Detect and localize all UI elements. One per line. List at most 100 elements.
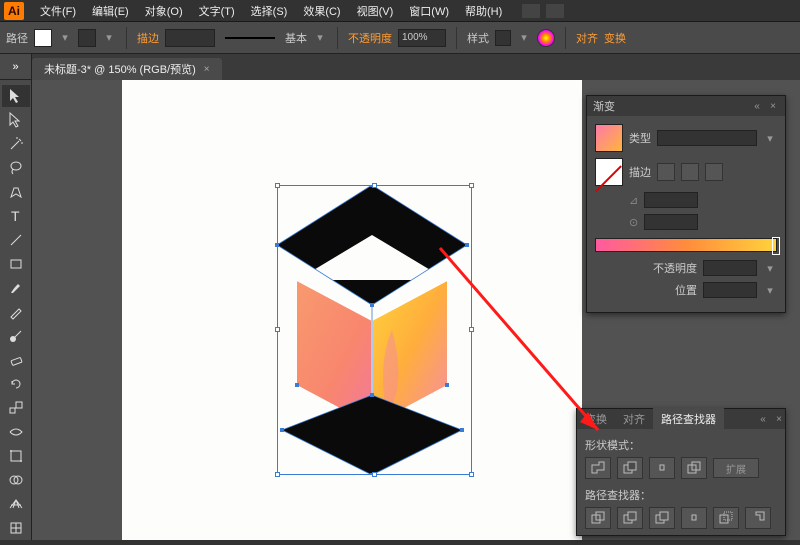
trim-button[interactable] [617, 507, 643, 529]
style-dropdown-icon[interactable]: ▾ [517, 31, 531, 45]
type-tool[interactable]: T [2, 205, 30, 227]
graphic-style-swatch[interactable] [495, 30, 511, 46]
divide-button[interactable] [585, 507, 611, 529]
stroke-apply-mode-2[interactable] [681, 163, 699, 181]
stroke-apply-mode-1[interactable] [657, 163, 675, 181]
divider [337, 27, 338, 49]
menu-window[interactable]: 窗口(W) [401, 1, 457, 21]
lasso-tool[interactable] [2, 157, 30, 179]
menu-select[interactable]: 选择(S) [243, 1, 296, 21]
scale-tool[interactable] [2, 397, 30, 419]
panel-close-icon[interactable]: × [767, 100, 779, 112]
rotate-tool[interactable] [2, 373, 30, 395]
tab-align[interactable]: 对齐 [615, 408, 653, 430]
stroke-apply-mode-3[interactable] [705, 163, 723, 181]
menu-quick-icons [522, 4, 564, 18]
menu-edit[interactable]: 编辑(E) [84, 1, 137, 21]
menu-type[interactable]: 文字(T) [191, 1, 243, 21]
document-tab[interactable]: 未标题-3* @ 150% (RGB/预览) × [32, 58, 222, 80]
artboard[interactable] [122, 80, 582, 540]
chevron-down-icon[interactable]: ▾ [763, 131, 777, 145]
artwork-cube[interactable] [257, 185, 487, 475]
selection-type-label: 路径 [6, 30, 28, 46]
line-tool[interactable] [2, 229, 30, 251]
pen-tool[interactable] [2, 181, 30, 203]
svg-text:T: T [11, 208, 20, 224]
menu-file[interactable]: 文件(F) [32, 1, 84, 21]
stroke-weight-input[interactable] [165, 29, 215, 47]
tab-pathfinder[interactable]: 路径查找器 [653, 408, 724, 430]
blob-brush-tool[interactable] [2, 325, 30, 347]
merge-button[interactable] [649, 507, 675, 529]
selection-tool[interactable] [2, 85, 30, 107]
gradient-preview-swatch[interactable] [595, 124, 623, 152]
panel-header[interactable]: 变换 对齐 路径查找器 « × [577, 409, 785, 429]
direct-selection-tool[interactable] [2, 109, 30, 131]
menu-effect[interactable]: 效果(C) [295, 1, 348, 21]
minus-front-button[interactable] [617, 457, 643, 479]
panel-header[interactable]: 渐变 « × [587, 96, 785, 116]
menu-object[interactable]: 对象(O) [137, 1, 191, 21]
width-tool[interactable] [2, 421, 30, 443]
stroke-swatch[interactable] [78, 29, 96, 47]
panel-close-icon[interactable]: × [773, 413, 785, 425]
gradient-opacity-label: 不透明度 [653, 260, 697, 276]
stroke-style-preview[interactable] [225, 37, 275, 39]
exclude-button[interactable] [681, 457, 707, 479]
pencil-tool[interactable] [2, 301, 30, 323]
recolor-btn[interactable] [537, 29, 555, 47]
mesh-tool[interactable] [2, 517, 30, 539]
stroke-profile-dropdown-icon[interactable]: ▾ [313, 31, 327, 45]
gradient-panel-body: 类型 ▾ 描边 ⊿ ⊙ 不透明度 ▾ [587, 116, 785, 312]
unite-button[interactable] [585, 457, 611, 479]
shape-builder-tool[interactable] [2, 469, 30, 491]
align-label[interactable]: 对齐 [576, 30, 598, 46]
gradient-stop-opacity-input[interactable] [703, 260, 757, 276]
document-tab-bar: 未标题-3* @ 150% (RGB/预览) × [0, 54, 800, 80]
intersect-button[interactable] [649, 457, 675, 479]
perspective-grid-tool[interactable] [2, 493, 30, 515]
gradient-none-swatch[interactable] [595, 158, 623, 186]
shape-modes-label: 形状模式： [585, 437, 777, 453]
transform-label[interactable]: 变换 [604, 30, 626, 46]
paintbrush-tool[interactable] [2, 277, 30, 299]
gradient-stroke-label: 描边 [629, 164, 651, 180]
gradient-type-label: 类型 [629, 130, 651, 146]
stroke-dropdown-icon[interactable]: ▾ [102, 31, 116, 45]
style-label: 样式 [467, 30, 489, 46]
gradient-panel[interactable]: 渐变 « × 类型 ▾ 描边 ⊿ ⊙ [586, 95, 786, 313]
ruler-origin[interactable]: » [0, 54, 32, 80]
close-icon[interactable]: × [204, 64, 210, 75]
fill-swatch[interactable] [34, 29, 52, 47]
stroke-label[interactable]: 描边 [137, 30, 159, 46]
outline-button[interactable] [713, 507, 739, 529]
gradient-type-select[interactable] [657, 130, 757, 146]
fill-dropdown-icon[interactable]: ▾ [58, 31, 72, 45]
layout-icon[interactable] [522, 4, 540, 18]
opacity-label[interactable]: 不透明度 [348, 30, 392, 46]
free-transform-tool[interactable] [2, 445, 30, 467]
gradient-slider[interactable] [595, 238, 777, 252]
rectangle-tool[interactable] [2, 253, 30, 275]
expand-button[interactable]: 扩展 [713, 458, 759, 478]
panel-collapse-icon[interactable]: « [751, 100, 763, 112]
app-logo: Ai [4, 2, 24, 20]
menu-help[interactable]: 帮助(H) [457, 1, 510, 21]
eraser-tool[interactable] [2, 349, 30, 371]
magic-wand-tool[interactable] [2, 133, 30, 155]
panel-collapse-icon[interactable]: « [757, 413, 769, 425]
tab-transform[interactable]: 变换 [577, 408, 615, 430]
toolbox: T [0, 80, 32, 540]
pathfinder-panel[interactable]: 变换 对齐 路径查找器 « × 形状模式： 扩展 路径查找器： [576, 408, 786, 536]
chevron-down-icon[interactable]: ▾ [763, 261, 777, 275]
layout-icon[interactable] [546, 4, 564, 18]
gradient-stop-position-input[interactable] [703, 282, 757, 298]
minus-back-button[interactable] [745, 507, 771, 529]
gradient-aspect-input[interactable] [644, 214, 698, 230]
stroke-profile-label: 基本 [285, 30, 307, 46]
opacity-input[interactable] [398, 29, 446, 47]
crop-button[interactable] [681, 507, 707, 529]
menu-view[interactable]: 视图(V) [349, 1, 402, 21]
chevron-down-icon[interactable]: ▾ [763, 283, 777, 297]
gradient-angle-input[interactable] [644, 192, 698, 208]
